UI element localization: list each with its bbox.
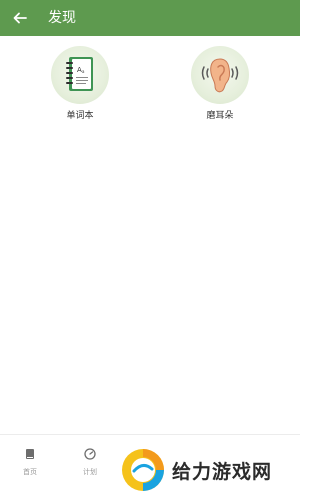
feature-icon-circle: A a: [51, 46, 109, 104]
feature-label: 单词本: [66, 111, 94, 121]
feature-word-book[interactable]: A a 单词本: [40, 46, 120, 121]
feature-label: 磨耳朵: [206, 111, 234, 121]
app-header: 发现: [0, 0, 300, 36]
nav-label: 计划: [83, 468, 97, 476]
nav-item-home[interactable]: 首页: [10, 445, 50, 477]
book-icon: [26, 449, 34, 459]
page-title: 发现: [48, 10, 76, 26]
gauge-icon: [84, 448, 96, 460]
feature-ear-training[interactable]: 磨耳朵: [180, 46, 260, 121]
notebook-icon: A a: [66, 57, 93, 91]
ear-icon: [201, 58, 239, 93]
watermark: 给力游戏网: [120, 448, 295, 492]
watermark-text: 给力游戏网: [172, 460, 273, 483]
back-button[interactable]: [10, 8, 30, 28]
arrow-left-icon: [13, 12, 27, 24]
watermark-logo: [122, 449, 164, 491]
feature-icon-circle: [191, 46, 249, 104]
nav-label: 首页: [23, 468, 37, 476]
nav-item-plan[interactable]: 计划: [70, 445, 110, 477]
